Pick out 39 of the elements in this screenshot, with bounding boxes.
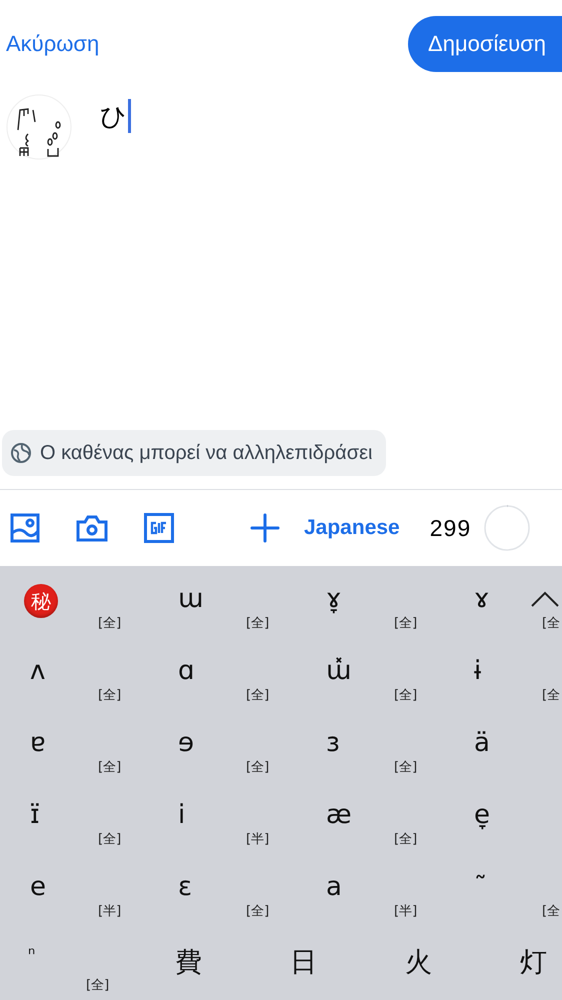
candidate-key[interactable]: ɜ [全] (296, 728, 444, 788)
candidate-key[interactable]: ⁿ [全] (0, 944, 135, 1000)
language-link[interactable]: Japanese (304, 516, 400, 540)
candidate-key[interactable]: ɑ [全] (148, 656, 296, 716)
candidate-key[interactable]: 灯 (480, 944, 562, 1000)
candidate-key[interactable]: ʌ [全] (0, 656, 148, 716)
candidate-key[interactable]: e [半] (0, 872, 148, 932)
candidate-key[interactable]: ɯ̽ [全] (296, 656, 444, 716)
avatar (6, 94, 72, 160)
camera-icon[interactable] (76, 514, 108, 542)
compose-field[interactable]: ひ (100, 94, 131, 134)
candidate-key[interactable]: ɐ [全] (0, 728, 148, 788)
candidate-key[interactable]: ɤ̞ [全] (296, 584, 444, 644)
candidate-key[interactable]: 費 (135, 944, 250, 1000)
cancel-link[interactable]: Ακύρωση (6, 31, 100, 57)
character-count: 299 (430, 514, 472, 542)
candidate-key[interactable]: ɯ [全] (148, 584, 296, 644)
gif-icon[interactable] (144, 513, 174, 543)
candidate-key[interactable]: ɨ [全 (444, 656, 562, 716)
progress-ring (483, 504, 532, 552)
candidate-key[interactable]: i [半] (148, 800, 296, 860)
candidate-key[interactable]: 秘 [全] (0, 584, 148, 644)
globe-icon (10, 442, 32, 464)
candidate-key[interactable]: æ [全] (296, 800, 444, 860)
candidate-key[interactable]: ˜ [全 (444, 872, 562, 932)
candidate-key[interactable]: ɤ [全 (444, 584, 562, 644)
candidate-key[interactable]: a [半] (296, 872, 444, 932)
candidate-key[interactable]: e̞ (444, 800, 562, 860)
candidate-key[interactable]: ɛ [全] (148, 872, 296, 932)
publish-button[interactable]: Δημοσίευση (408, 16, 562, 72)
candidate-key[interactable]: ɘ [全] (148, 728, 296, 788)
candidate-key[interactable]: ɪ̈ [全] (0, 800, 148, 860)
candidate-key[interactable]: ä (444, 728, 562, 788)
image-icon[interactable] (10, 513, 40, 543)
chevron-up-icon[interactable] (530, 590, 560, 608)
candidate-key[interactable]: 火 (365, 944, 480, 1000)
plus-icon[interactable] (250, 513, 280, 543)
reply-setting-button[interactable]: Ο καθένας μπορεί να αλληλεπιδράσει (2, 430, 386, 476)
candidate-key[interactable]: 日 (250, 944, 365, 1000)
